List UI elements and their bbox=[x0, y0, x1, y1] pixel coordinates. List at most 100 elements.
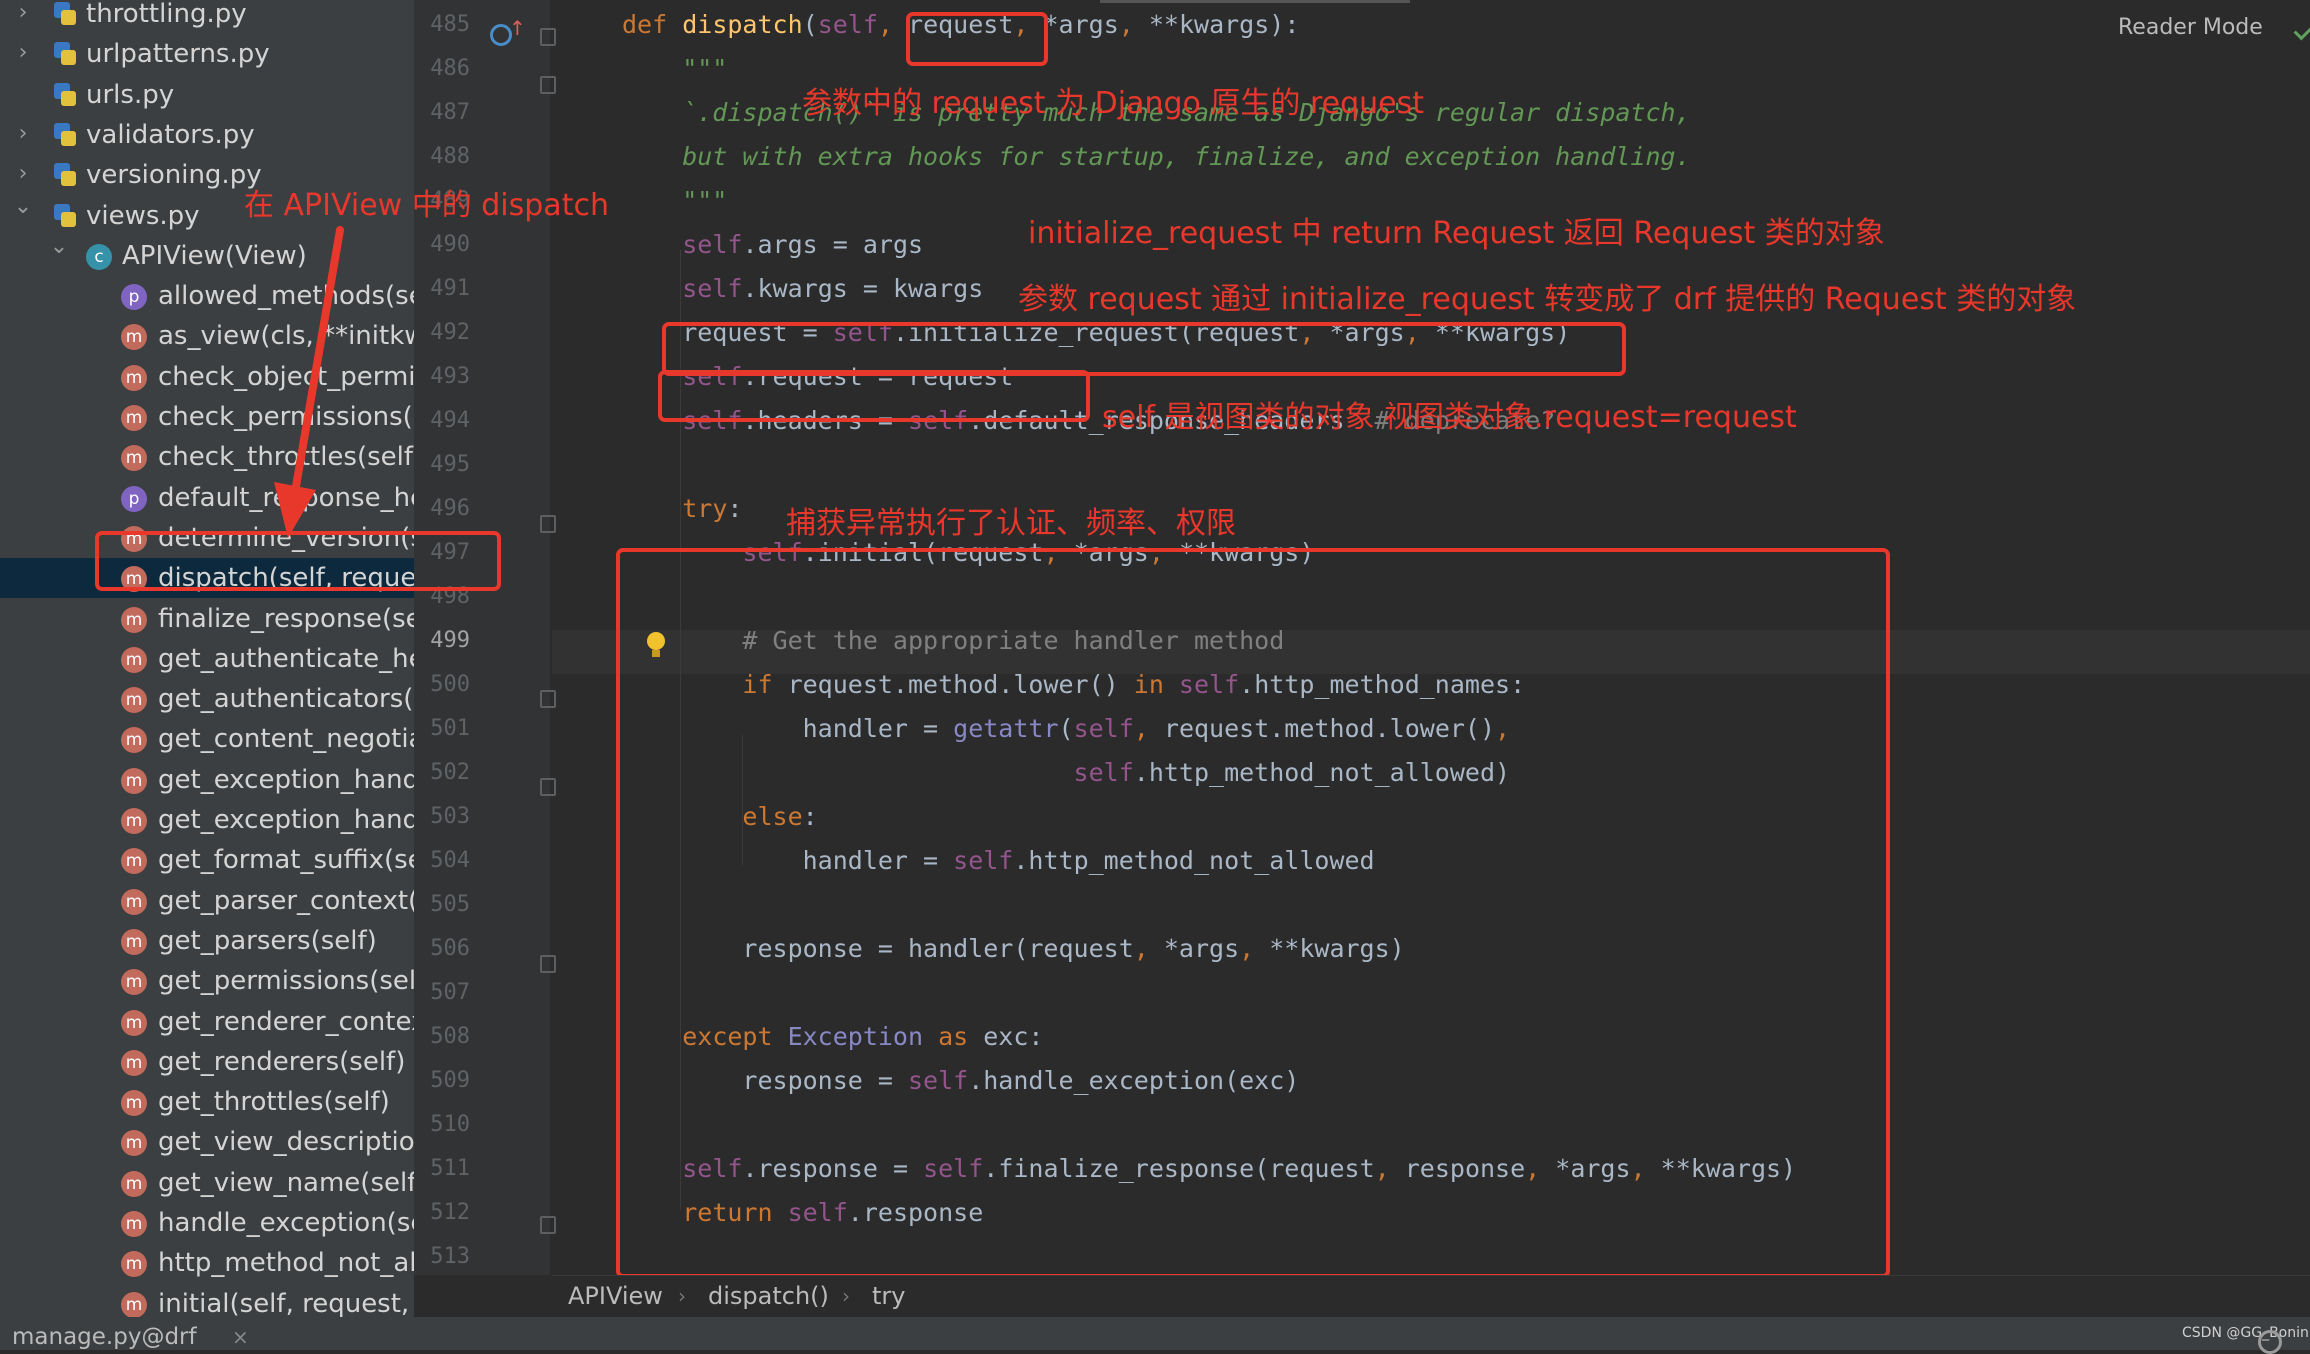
line-number: 487 bbox=[430, 100, 470, 125]
method-icon: m bbox=[121, 928, 147, 955]
line-number: 504 bbox=[430, 848, 470, 873]
python-file-icon bbox=[52, 81, 78, 109]
gear-icon[interactable] bbox=[2258, 1330, 2282, 1354]
code-token: : bbox=[727, 494, 743, 523]
breadcrumb-item-class[interactable]: APIView bbox=[568, 1278, 663, 1314]
code-token: but with extra hooks for startup, finali… bbox=[622, 142, 1691, 171]
tree-item[interactable]: m http_method_not_all bbox=[0, 1243, 414, 1283]
fold-marker[interactable] bbox=[540, 778, 556, 796]
tree-item[interactable]: m get_format_suffix(se bbox=[0, 840, 414, 880]
tree-item[interactable]: m get_parser_context( bbox=[0, 881, 414, 921]
implements-up-arrow-icon[interactable]: ↑ bbox=[509, 18, 526, 38]
tree-item[interactable]: › validators.py bbox=[0, 115, 414, 155]
fold-marker[interactable] bbox=[540, 1216, 556, 1234]
tree-item-label: get_renderers(self) bbox=[158, 1046, 406, 1077]
tree-item[interactable]: m get_exception_hand bbox=[0, 760, 414, 800]
chevron-right-icon[interactable]: › bbox=[10, 119, 36, 149]
tree-item-label: get_throttles(self) bbox=[158, 1087, 390, 1118]
method-icon: m bbox=[121, 1090, 147, 1117]
tree-item[interactable]: › urlpatterns.py bbox=[0, 34, 414, 74]
tree-item-label: initial(self, request, * bbox=[158, 1288, 414, 1317]
tree-item[interactable]: m get_renderers(self) bbox=[0, 1042, 414, 1082]
tree-item[interactable]: m get_throttles(self) bbox=[0, 1082, 414, 1122]
code-line: self.args = args bbox=[622, 223, 923, 267]
method-icon: m bbox=[121, 606, 147, 633]
tree-item[interactable]: m get_authenticate_he bbox=[0, 639, 414, 679]
method-icon: m bbox=[121, 727, 147, 754]
code-token: .args = args bbox=[742, 230, 924, 259]
watermark: CSDN @GG_Bonin bbox=[2182, 1325, 2309, 1341]
chevron-right-icon[interactable]: › bbox=[10, 38, 36, 68]
tree-item[interactable]: m handle_exception(se bbox=[0, 1203, 414, 1243]
code-token: self bbox=[682, 230, 743, 259]
fold-marker[interactable] bbox=[540, 76, 556, 94]
code-token: .kwargs = kwargs bbox=[742, 274, 984, 303]
line-number: 513 bbox=[430, 1244, 470, 1269]
close-icon[interactable]: × bbox=[232, 1322, 249, 1352]
tree-item[interactable]: urls.py bbox=[0, 75, 414, 115]
chevron-down-icon[interactable]: ⌄ bbox=[10, 192, 36, 222]
code-token: , bbox=[877, 10, 909, 39]
fold-marker[interactable] bbox=[540, 955, 556, 973]
tree-item-label: get_parser_context( bbox=[158, 885, 414, 916]
code-token: """ bbox=[622, 54, 728, 83]
tree-item[interactable]: m get_view_descriptio bbox=[0, 1122, 414, 1162]
tree-item[interactable]: m initial(self, request, * bbox=[0, 1284, 414, 1317]
tree-item-label: get_permissions(self bbox=[158, 966, 414, 997]
tree-item[interactable]: m get_exception_hand bbox=[0, 800, 414, 840]
method-icon: m bbox=[121, 767, 147, 794]
fold-marker[interactable] bbox=[540, 690, 556, 708]
chevron-right-icon[interactable]: › bbox=[10, 0, 36, 28]
method-icon: m bbox=[121, 646, 147, 673]
python-file-icon bbox=[52, 0, 78, 28]
code-token: , bbox=[1118, 10, 1149, 39]
method-icon: m bbox=[121, 808, 147, 834]
tree-item[interactable]: m get_content_negotia bbox=[0, 719, 414, 759]
method-icon: m bbox=[121, 848, 147, 875]
code-line: but with extra hooks for startup, finali… bbox=[622, 135, 1691, 179]
tree-item[interactable]: m get_renderer_contex bbox=[0, 1002, 414, 1042]
python-file-icon bbox=[52, 161, 78, 189]
breadcrumb-item-block[interactable]: try bbox=[872, 1278, 905, 1314]
tree-item[interactable]: m get_authenticators(s bbox=[0, 679, 414, 719]
tree-item[interactable]: m get_parsers(self) bbox=[0, 921, 414, 961]
chevron-down-icon[interactable]: ⌄ bbox=[46, 232, 72, 262]
method-icon: m bbox=[121, 1009, 147, 1036]
tree-item[interactable]: › throttling.py bbox=[0, 0, 414, 34]
highlight-sidebar-dispatch bbox=[95, 531, 501, 591]
line-number: 494 bbox=[430, 408, 470, 433]
reader-mode-button[interactable]: Reader Mode bbox=[2118, 8, 2263, 48]
property-icon: p bbox=[121, 485, 147, 512]
breadcrumb-item-method[interactable]: dispatch() bbox=[708, 1278, 829, 1314]
line-number: 488 bbox=[430, 144, 470, 169]
annotation-sidebar-note: 在 APIView 中的 dispatch bbox=[244, 188, 609, 223]
chevron-right-icon[interactable]: › bbox=[10, 159, 36, 189]
line-number: 509 bbox=[430, 1068, 470, 1093]
python-file-icon bbox=[52, 40, 78, 68]
tree-item[interactable]: m finalize_response(se bbox=[0, 599, 414, 639]
line-number: 508 bbox=[430, 1024, 470, 1049]
line-number: 505 bbox=[430, 892, 470, 917]
line-number: 499 bbox=[430, 628, 470, 653]
line-number: 492 bbox=[430, 320, 470, 345]
method-icon: m bbox=[121, 405, 147, 431]
line-number: 511 bbox=[430, 1156, 470, 1181]
fold-marker[interactable] bbox=[540, 515, 556, 533]
run-tab-label[interactable]: manage.py@drf bbox=[12, 1322, 197, 1352]
line-number: 506 bbox=[430, 936, 470, 961]
tree-item-label: urls.py bbox=[86, 79, 175, 110]
tree-item-label: get_content_negotia bbox=[158, 724, 414, 755]
fold-marker[interactable] bbox=[540, 28, 556, 46]
property-icon: p bbox=[121, 284, 147, 311]
tree-item-label: throttling.py bbox=[86, 0, 247, 29]
tree-item[interactable]: m get_permissions(self bbox=[0, 961, 414, 1001]
python-file-icon bbox=[52, 121, 78, 149]
tree-item[interactable]: m get_view_name(self, bbox=[0, 1163, 414, 1203]
annotation-request-note: 参数中的 request 为 Django 原生的 request bbox=[802, 86, 1424, 121]
breadcrumb-separator-icon: › bbox=[678, 1284, 686, 1308]
code-token: *args bbox=[1043, 10, 1119, 39]
method-icon: m bbox=[121, 1251, 147, 1278]
